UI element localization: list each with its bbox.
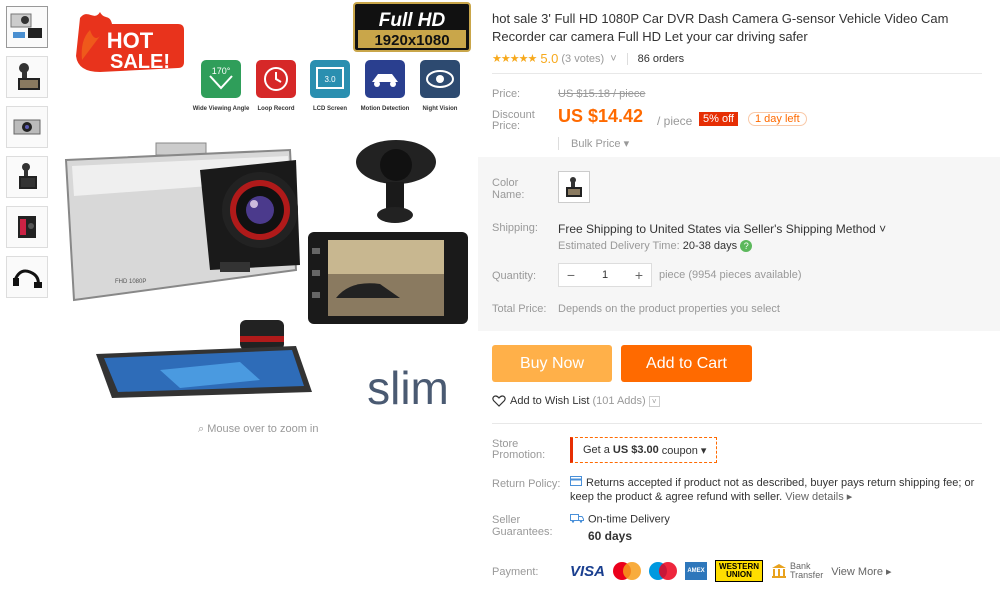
return-policy: Returns accepted if product not as descr… (570, 476, 975, 504)
divider (492, 423, 982, 424)
discount-badge: 5% off (699, 112, 738, 126)
dash-camera-slim (96, 320, 312, 398)
divider (492, 73, 982, 74)
quantity-available: piece (9954 pieces available) (659, 269, 802, 281)
camera-thumbnail-icon (566, 177, 582, 197)
return-policy-icon (570, 476, 582, 490)
feature-label-lcd: LCD Screen (313, 106, 347, 112)
angle-170-icon: 170° (212, 66, 231, 76)
guarantee-days: 60 days (588, 529, 633, 543)
delivery-days: 20-38 days (682, 240, 738, 252)
dash-camera-front: FHD 1080P (64, 142, 300, 302)
time-left-badge: 1 day left (748, 112, 807, 126)
rating-score: 5.0 (540, 51, 559, 66)
feature-label-wide-angle: Wide Viewing Angle (193, 106, 250, 112)
return-policy-label: Return Policy: (492, 478, 561, 490)
total-price-label: Total Price: (492, 303, 547, 315)
discount-label-2: Price: (492, 120, 521, 132)
thumbnail-4[interactable] (6, 156, 48, 198)
store-promo-label-2: Promotion: (492, 449, 546, 461)
quantity-input[interactable]: 1 (583, 269, 627, 281)
thumbnail-6[interactable] (6, 256, 48, 298)
chevron-down-icon[interactable]: ˅ (610, 53, 616, 65)
slim-text: slim (367, 362, 449, 414)
payment-label: Payment: (492, 566, 539, 578)
quantity-label: Quantity: (492, 270, 537, 282)
view-more-link[interactable]: View More ▸ (831, 565, 891, 578)
wishlist-count: (101 Adds) (592, 395, 646, 407)
color-option[interactable] (558, 171, 590, 203)
guarantee-label-1: Seller (492, 514, 521, 526)
lcd-screen-icon: 3.0 (324, 75, 336, 84)
full-hd-badge: Full HD 1920x1080 (353, 2, 471, 52)
hot-badge-line2: SALE! (110, 51, 170, 73)
hot-sale-badge: HOT SALE! (76, 12, 184, 73)
price-label: Price: (492, 88, 521, 100)
buy-now-button[interactable]: Buy Now (492, 345, 612, 382)
shipping-method-dropdown[interactable]: Free Shipping to United States via Selle… (558, 222, 886, 236)
price-unit: / piece (657, 114, 693, 128)
search-icon: ⌕ (198, 423, 208, 435)
help-icon[interactable]: ? (740, 240, 753, 253)
rating-votes[interactable]: (3 votes) (561, 53, 604, 65)
western-union-icon: WESTERN UNION (715, 560, 764, 582)
star-rating-icon: ★★★★★ (492, 53, 537, 65)
product-detail-panel: hot sale 3' Full HD 1080P Car DVR Dash C… (478, 0, 1000, 601)
color-label-2: Name: (492, 189, 525, 201)
feature-label-motion: Motion Detection (361, 106, 410, 112)
view-details-link[interactable]: View details ▸ (785, 491, 852, 503)
store-coupon[interactable]: Get a US $3.00 coupon ▾ (570, 437, 718, 463)
orders-count: 86 orders (637, 52, 685, 65)
seller-guarantee: On-time Delivery 60 days (570, 513, 670, 543)
thumbnail-list (6, 6, 50, 306)
amex-icon: AMEX (685, 562, 708, 580)
thumbnail-5[interactable] (6, 206, 48, 248)
zoom-hint: ⌕ Mouse over to zoom in (198, 423, 319, 435)
chevron-down-icon[interactable]: ˅ (648, 395, 660, 407)
divider (626, 52, 628, 65)
payment-methods: VISA AMEX WESTERN UNION Bank Transfer View… (570, 560, 892, 582)
total-price-text: Depends on the product properties you se… (558, 303, 780, 315)
delivery-truck-icon (570, 513, 584, 526)
guarantee-label-2: Guarantees: (492, 526, 553, 538)
bulk-price-dropdown[interactable]: Bulk Price ▾ (558, 137, 629, 150)
color-label-1: Color (492, 177, 519, 189)
heart-icon (492, 395, 506, 407)
mastercard-icon (613, 562, 642, 580)
feature-icons: 170° Wide Viewing Angle Loop Record 3.0 … (193, 60, 460, 112)
original-price: US $15.18 / piece (558, 88, 646, 100)
resolution-text: 1920x1080 (374, 32, 449, 49)
feature-label-loop-record: Loop Record (258, 106, 295, 112)
delivery-estimate: Estimated Delivery Time: 20-38 days ? (558, 240, 753, 253)
coupon-amount: US $3.00 (612, 444, 659, 456)
bank-transfer-icon: Bank Transfer (771, 562, 823, 580)
full-hd-text: Full HD (379, 10, 446, 31)
thumbnail-1[interactable] (6, 6, 48, 48)
add-to-wishlist[interactable]: Add to Wish List (101 Adds) ˅ (492, 395, 660, 407)
product-title: hot sale 3' Full HD 1080P Car DVR Dash C… (492, 11, 949, 44)
rating-row: ★★★★★ 5.0 (3 votes) ˅ 86 orders (492, 51, 684, 66)
wishlist-label[interactable]: Add to Wish List (510, 395, 589, 407)
hot-badge-line1: HOT (107, 28, 154, 53)
main-product-image[interactable]: HOT SALE! Full HD 1920x1080 170° Wide Vi… (60, 0, 478, 420)
decrement-button[interactable]: − (559, 267, 583, 283)
quantity-stepper: − 1 + (558, 263, 652, 287)
shipping-label: Shipping: (492, 222, 538, 234)
increment-button[interactable]: + (627, 267, 651, 283)
dash-camera-back (308, 140, 468, 324)
add-to-cart-button[interactable]: Add to Cart (621, 345, 752, 382)
feature-label-night: Night Vision (423, 106, 458, 112)
visa-icon: VISA (570, 562, 606, 580)
discount-price: US $14.42 (558, 106, 644, 126)
thumbnail-2[interactable] (6, 56, 48, 98)
thumbnail-3[interactable] (6, 106, 48, 148)
device-label: FHD 1080P (115, 279, 146, 285)
maestro-icon (649, 562, 678, 580)
